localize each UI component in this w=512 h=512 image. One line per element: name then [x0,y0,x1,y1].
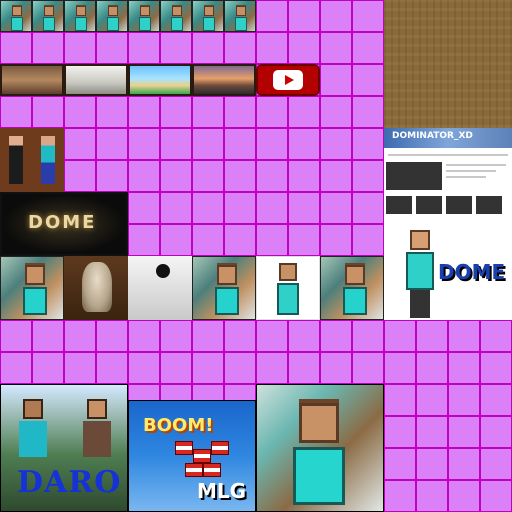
channel-header: DOMINATOR_XD [384,128,512,148]
skin-thumbnail [192,0,224,32]
skin-thumbnail [224,0,256,32]
skin-thumbnail [96,0,128,32]
skin-render [256,256,320,320]
skin-thumbnail [160,0,192,32]
dome-logo-text: DOME [438,260,506,284]
skin-card [0,256,64,320]
channel-title: DOMINATOR_XD [392,131,473,141]
boom-mlg-banner: BOOM! MLG [128,400,256,512]
play-icon [273,70,303,90]
skin-card [192,256,256,320]
wood-plank-texture [384,0,512,128]
statue-image [64,256,128,320]
texture-atlas: DOMINATOR_XD DOME DOME DARO BOOM! MLG [0,0,512,512]
daro-text: DARO [17,465,122,500]
skin-thumbnail [128,0,160,32]
mlg-text: MLG [197,479,247,503]
photo-sunset [192,64,256,96]
skin-thumbnail [32,0,64,32]
large-skin-render [256,384,384,512]
dome-banner-text: DOME [28,212,97,233]
photo-sketch [64,64,128,96]
dome-logo: DOME [384,224,512,320]
spider-image [128,256,192,320]
skin-thumbnail [64,0,96,32]
channel-page: DOMINATOR_XD [384,128,512,224]
photo-beach [128,64,192,96]
daro-banner: DARO [0,384,128,512]
figure-suit [0,128,32,192]
skin-card [320,256,384,320]
photo-room [0,64,64,96]
boom-text: BOOM! [143,415,214,436]
dome-banner: DOME [0,192,128,256]
figure-skin [32,128,64,192]
youtube-logo [256,64,320,96]
skin-thumbnail [0,0,32,32]
